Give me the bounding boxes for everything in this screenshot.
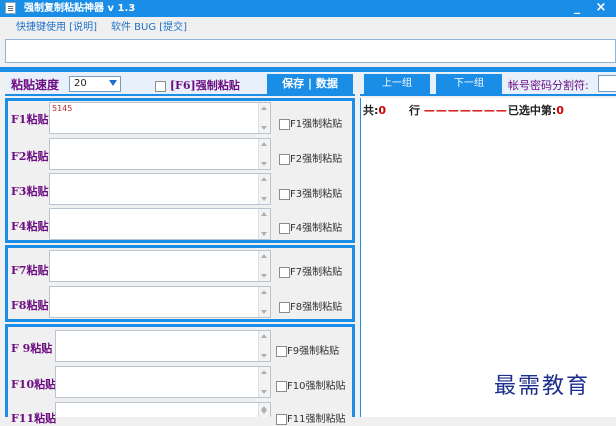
- scrollbar[interactable]: [258, 331, 270, 361]
- f4-paste-textarea[interactable]: [49, 208, 271, 240]
- f11-paste-label: F11粘贴: [11, 412, 57, 425]
- app-icon: [5, 2, 16, 14]
- watermark: 最需教育: [494, 374, 591, 399]
- f6-force-paste-checkbox[interactable]: [F6]强制粘贴: [155, 77, 240, 93]
- f1-force-paste-label: F1强制粘贴: [290, 119, 343, 130]
- paste-speed-value: 20: [74, 78, 87, 89]
- f1-paste-value: 5145: [52, 104, 73, 113]
- f7-paste-textarea[interactable]: [49, 250, 271, 282]
- scrollbar[interactable]: [258, 139, 270, 169]
- f3-paste-label: F3粘贴: [11, 185, 49, 198]
- checkbox-icon: [276, 413, 287, 425]
- window-title: 强制复制粘贴神器 v 1.3: [24, 3, 136, 14]
- checkbox-icon: [279, 222, 290, 234]
- f2-paste-textarea[interactable]: [49, 138, 271, 170]
- checkbox-icon: [279, 188, 290, 200]
- f9-paste-textarea[interactable]: [55, 330, 271, 362]
- f9-force-paste-label: F9强制粘贴: [287, 346, 340, 357]
- separator-label: 帐号密码分割符:: [508, 79, 589, 92]
- separator-input[interactable]: [598, 75, 616, 92]
- scrollbar[interactable]: [258, 174, 270, 204]
- f2-force-paste-checkbox[interactable]: F2强制粘贴: [279, 150, 342, 165]
- f11-force-paste-label: F11强制粘贴: [287, 414, 346, 425]
- close-button[interactable]: ×: [592, 0, 610, 17]
- checkbox-icon: [279, 153, 290, 165]
- row-label: 行: [409, 104, 421, 117]
- paste-speed-select[interactable]: 20: [69, 76, 121, 92]
- f9-force-paste-checkbox[interactable]: F9强制粘贴: [276, 342, 339, 357]
- next-group-button[interactable]: 下一组: [436, 74, 502, 94]
- paste-toolbar: 粘贴速度 20 [F6]强制粘贴 保存 | 数据: [5, 72, 355, 96]
- status-dashes: ———————: [423, 104, 508, 117]
- f3-force-paste-label: F3强制粘贴: [290, 189, 343, 200]
- f7-force-paste-checkbox[interactable]: F7强制粘贴: [279, 263, 342, 278]
- scrollbar[interactable]: [258, 287, 270, 317]
- total-count: 0: [378, 104, 387, 117]
- status-line: 共:0 行 ———————已选中第:0: [363, 102, 564, 118]
- scrollbar[interactable]: [258, 367, 270, 397]
- f10-paste-textarea[interactable]: [55, 366, 271, 398]
- top-text-input[interactable]: [5, 39, 616, 63]
- f2-paste-label: F2粘贴: [11, 150, 49, 163]
- total-label: 共:: [363, 104, 379, 117]
- f1-paste-label: F1粘贴: [11, 113, 49, 126]
- checkbox-icon: [279, 301, 290, 313]
- scrollbar[interactable]: [258, 209, 270, 239]
- selected-label: 已选中第:: [507, 104, 557, 117]
- f2-force-paste-label: F2强制粘贴: [290, 154, 343, 165]
- checkbox-icon: [276, 345, 287, 357]
- title-bar: 强制复制粘贴神器 v 1.3 _ ×: [0, 0, 616, 17]
- f10-force-paste-label: F10强制粘贴: [287, 381, 346, 392]
- f3-paste-textarea[interactable]: [49, 173, 271, 205]
- save-data-button[interactable]: 保存 | 数据: [267, 74, 353, 94]
- f10-force-paste-checkbox[interactable]: F10强制粘贴: [276, 377, 345, 392]
- f4-force-paste-checkbox[interactable]: F4强制粘贴: [279, 219, 342, 234]
- paste-speed-label: 粘贴速度: [11, 78, 60, 92]
- f7-paste-label: F7粘贴: [11, 264, 49, 277]
- selected-index: 0: [556, 104, 564, 117]
- f4-paste-label: F4粘贴: [11, 220, 49, 233]
- f7-force-paste-label: F7强制粘贴: [290, 267, 343, 278]
- scrollbar[interactable]: [258, 403, 270, 417]
- minimize-button[interactable]: _: [568, 0, 586, 17]
- checkbox-icon: [276, 380, 287, 392]
- prev-group-button[interactable]: 上一组: [364, 74, 430, 94]
- f4-force-paste-label: F4强制粘贴: [290, 223, 343, 234]
- f8-force-paste-label: F8强制粘贴: [290, 302, 343, 313]
- chevron-down-icon: [109, 80, 117, 86]
- f11-force-paste-checkbox[interactable]: F11强制粘贴: [276, 410, 345, 425]
- f11-paste-textarea[interactable]: [55, 402, 271, 417]
- checkbox-icon: [279, 266, 290, 278]
- f8-force-paste-checkbox[interactable]: F8强制粘贴: [279, 298, 342, 313]
- f1-paste-textarea[interactable]: 5145: [49, 102, 271, 134]
- f9-paste-label: F 9粘贴: [11, 342, 53, 355]
- menu-bug-report[interactable]: 软件 BUG [提交]: [111, 20, 187, 36]
- account-toolbar: 上一组 下一组 帐号密码分割符:: [360, 72, 616, 96]
- f10-paste-label: F10粘贴: [11, 378, 57, 391]
- scrollbar[interactable]: [258, 251, 270, 281]
- scrollbar[interactable]: [258, 103, 270, 133]
- f8-paste-textarea[interactable]: [49, 286, 271, 318]
- menu-shortcut-help[interactable]: 快捷键使用 [说明]: [16, 20, 97, 36]
- checkbox-icon: [155, 80, 166, 92]
- checkbox-icon: [279, 118, 290, 130]
- f6-force-paste-label: [F6]强制粘贴: [169, 79, 240, 92]
- f8-paste-label: F8粘贴: [11, 299, 49, 312]
- f1-force-paste-checkbox[interactable]: F1强制粘贴: [279, 115, 342, 130]
- f3-force-paste-checkbox[interactable]: F3强制粘贴: [279, 185, 342, 200]
